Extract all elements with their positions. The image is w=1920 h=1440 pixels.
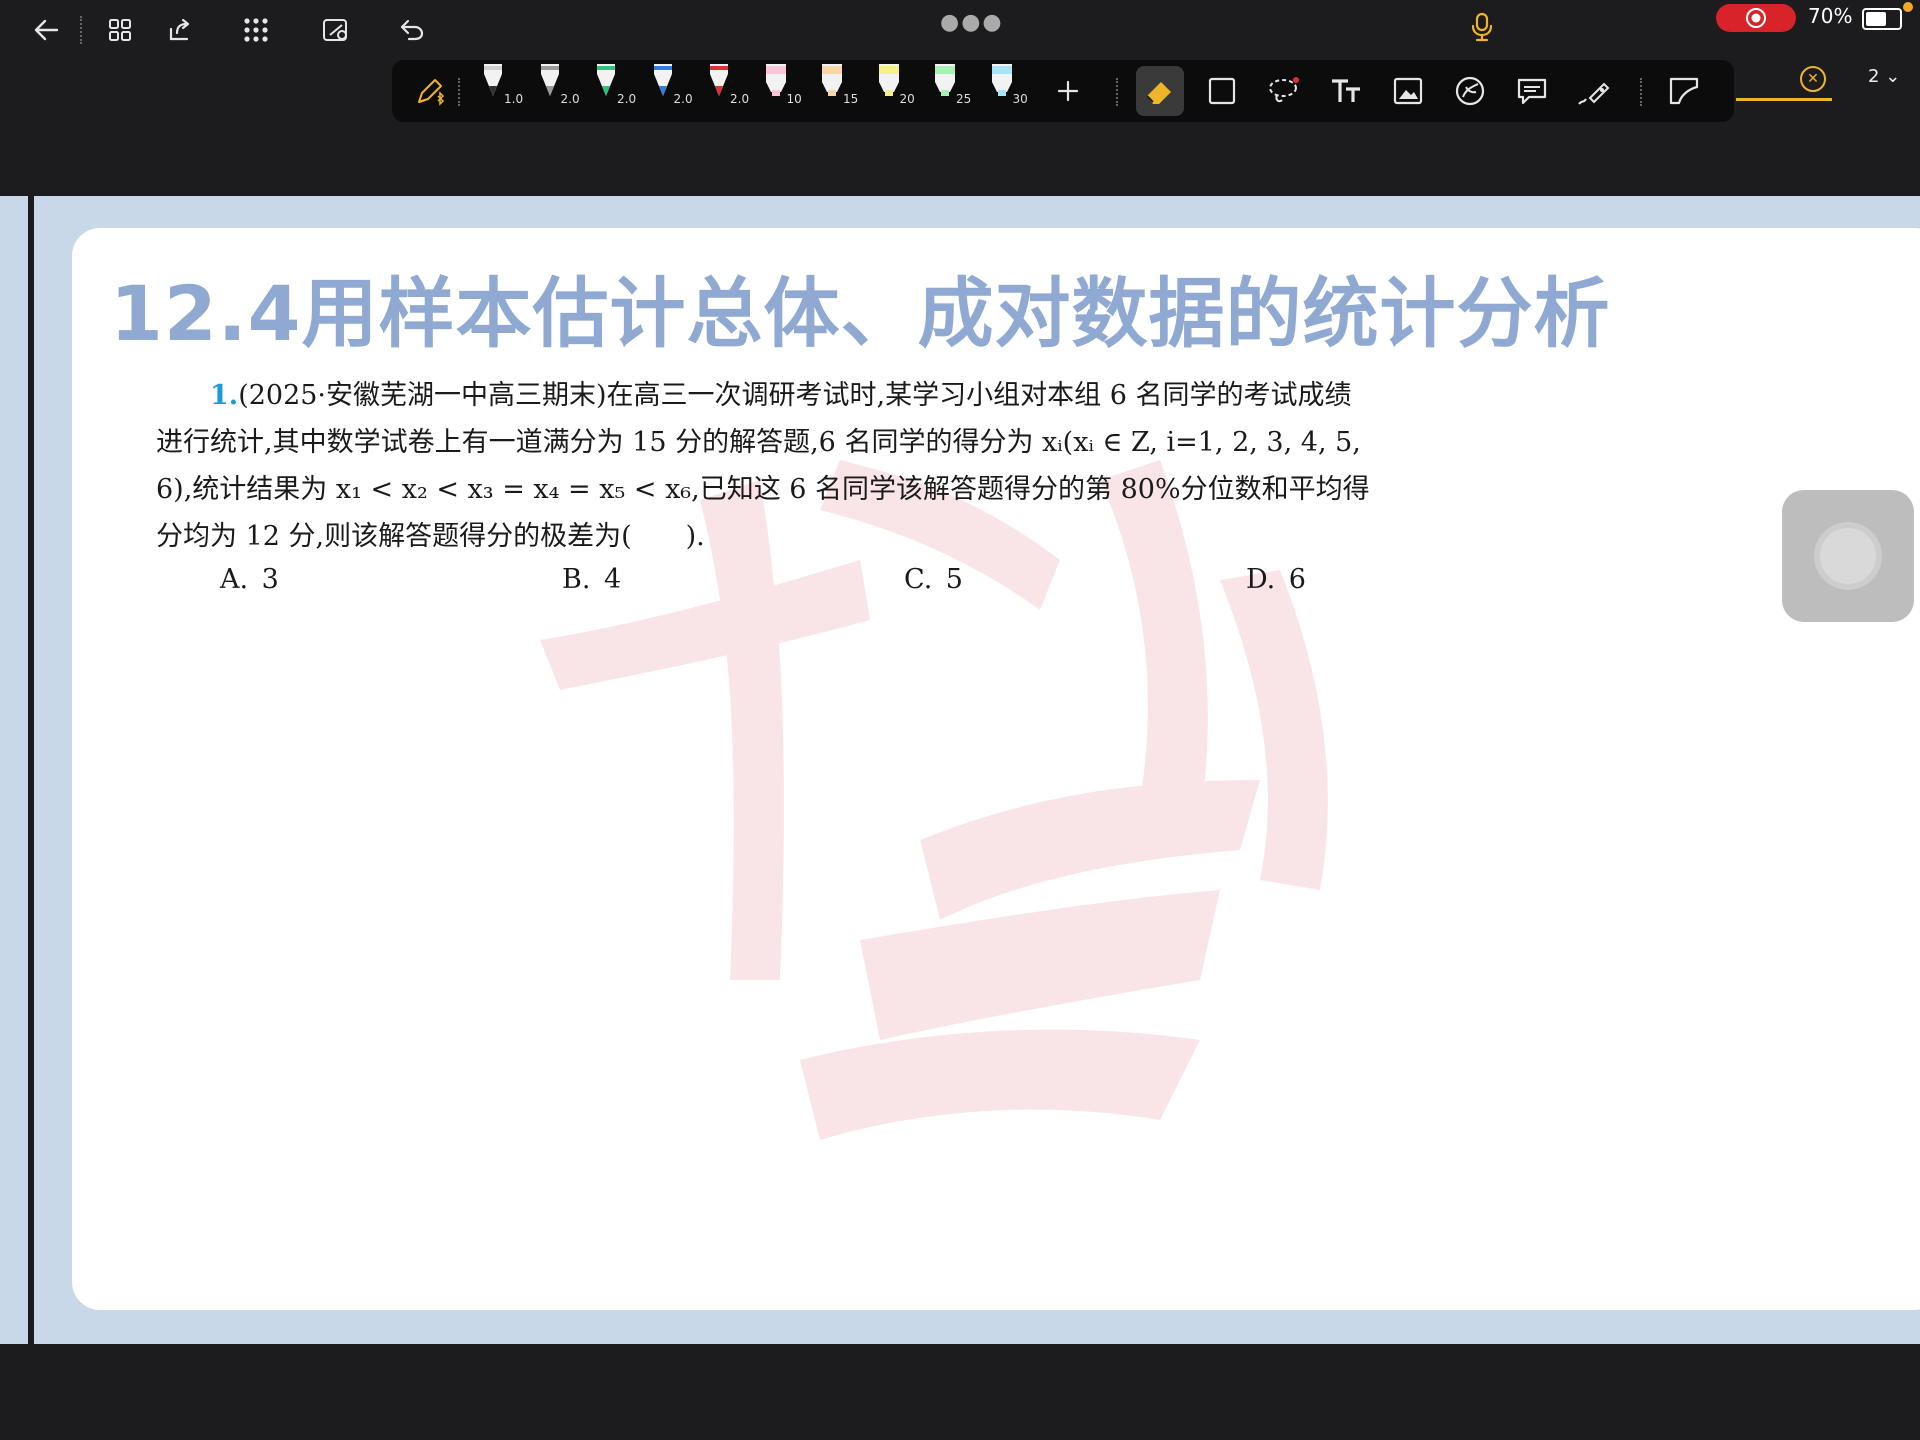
pen-size-label: 2.0 [560,92,580,106]
more-dots-icon[interactable]: ●●● [940,10,1004,35]
assistive-touch-button[interactable] [1782,490,1914,622]
record-indicator[interactable] [1716,4,1796,32]
notification-dot [1903,2,1913,12]
text-tool[interactable] [1322,66,1370,116]
highlighter-size-label: 30 [1012,92,1028,106]
comment-icon [1517,78,1547,105]
mic-icon[interactable] [1470,12,1494,46]
answer-options: A. 3 B. 4 C. 5 D. 6 [220,564,1420,604]
option-value: 3 [261,564,279,595]
option-value: 5 [945,564,963,595]
option-d[interactable]: D. 6 [1246,564,1306,595]
sync-icon[interactable] [316,10,356,50]
record-icon [1746,8,1766,28]
separator [458,78,460,106]
highlighter-size-label: 25 [956,92,972,106]
highlighter-size-label: 15 [843,92,859,106]
question-line-1: 1.(2025·安徽芜湖一中高三期末)在高三一次调研考试时,某学习小组对本组 6… [156,372,1566,419]
pen-4[interactable]: 2.0 [648,62,698,120]
highlighter-5[interactable]: 30 [987,62,1037,120]
highlighter-1[interactable]: 10 [761,62,811,120]
option-letter: C. [904,564,933,595]
option-value: 4 [603,564,622,595]
question-line-4: 分均为 12 分,则该解答题得分的极差为( ). [156,521,705,552]
chevron-down-icon: ⌄ [1885,66,1901,87]
battery-percent: 70% [1808,4,1853,28]
export-icon[interactable] [160,10,200,50]
top-bar: ●●● 70% [0,0,1920,60]
separator [1116,78,1118,106]
page-number[interactable]: 2 ⌄ [1868,66,1900,87]
option-letter: A. [220,564,249,595]
pen-3[interactable]: 2.0 [591,62,641,120]
highlighter-3[interactable]: 20 [874,62,924,120]
left-margin [0,196,28,1344]
pen-size-label: 2.0 [673,92,693,106]
image-tool[interactable] [1384,66,1432,116]
separator [80,16,82,44]
option-b[interactable]: B. 4 [562,564,621,595]
option-letter: B. [562,564,591,595]
pen-size-label: 2.0 [617,92,637,106]
option-value: 6 [1288,564,1306,595]
question-line-2: 进行统计,其中数学试卷上有一道满分为 15 分的解答题,6 名同学的得分为 xᵢ… [156,427,1361,458]
question-text: 1.(2025·安徽芜湖一中高三期末)在高三一次调研考试时,某学习小组对本组 6… [156,372,1566,560]
battery-fill [1866,12,1886,26]
close-toolbar-icon[interactable]: ✕ [1800,66,1826,92]
bottom-area [0,1344,1920,1440]
highlighter-4[interactable]: 25 [930,62,980,120]
add-pen-button[interactable] [1044,66,1092,116]
sticker-icon [1455,76,1485,106]
back-arrow-icon[interactable] [26,10,66,50]
highlighter-2[interactable]: 15 [817,62,867,120]
battery-icon [1862,8,1902,30]
eraser-tool[interactable] [1136,66,1184,116]
section-heading: 12.4用样本估计总体、成对数据的统计分析 [110,269,1611,358]
apps-icon[interactable] [236,10,276,50]
sticker-tool[interactable] [1446,66,1494,116]
highlighter-size-label: 20 [899,92,915,106]
pencil-bluetooth-icon[interactable] [406,66,454,116]
lasso-tool[interactable] [1260,66,1308,116]
grid-icon[interactable] [100,10,140,50]
crop-icon [1669,77,1699,105]
pen-size-label: 2.0 [730,92,750,106]
pen-5[interactable]: 2.0 [704,62,754,120]
square-icon [1208,77,1236,105]
laser-pointer-icon [1578,82,1610,105]
active-tab-underline [1736,98,1832,101]
shape-tool[interactable] [1198,66,1246,116]
separator [1640,78,1642,106]
page-divider [28,196,34,1344]
comment-tool[interactable] [1508,66,1556,116]
text-icon [1332,79,1360,102]
lasso-icon [1269,77,1299,103]
crop-tool[interactable] [1660,66,1708,116]
option-a[interactable]: A. 3 [220,564,279,595]
pen-toolbar: 1.0 2.0 2.0 2.0 2.0 10 15 20 25 30 [392,60,1734,122]
pen-size-label: 1.0 [504,92,524,106]
highlighter-size-label: 10 [786,92,802,106]
pen-1[interactable]: 1.0 [478,62,528,120]
question-number: 1. [210,380,239,411]
option-c[interactable]: C. 5 [904,564,963,595]
undo-icon[interactable] [392,10,432,50]
option-letter: D. [1246,564,1276,595]
laser-tool[interactable] [1570,66,1618,116]
question-line-3: 6),统计结果为 x₁ < x₂ < x₃ = x₄ = x₅ < x₆,已知这… [156,474,1370,505]
eraser-icon [1146,82,1171,104]
image-icon [1393,77,1423,105]
question-line-1-text: (2025·安徽芜湖一中高三期末)在高三一次调研考试时,某学习小组对本组 6 名… [238,380,1352,411]
pen-2[interactable]: 2.0 [535,62,585,120]
page-number-value: 2 [1868,66,1880,87]
assistive-touch-icon [1820,528,1876,584]
